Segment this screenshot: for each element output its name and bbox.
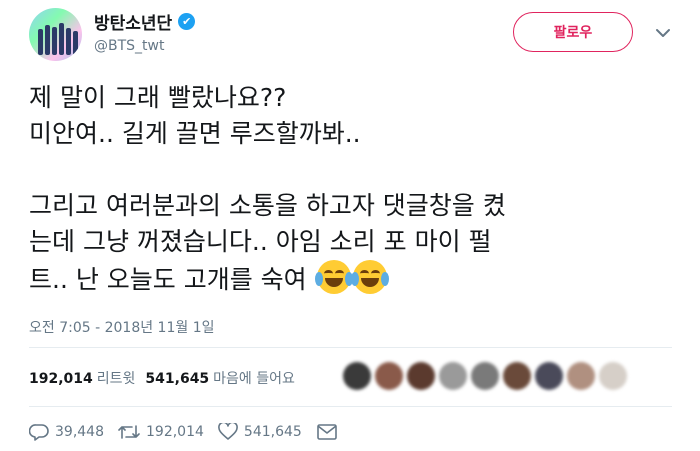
- envelope-icon: [317, 424, 337, 440]
- like-button[interactable]: 541,645: [218, 423, 302, 441]
- author-display-name[interactable]: 방탄소년단: [94, 9, 172, 34]
- follow-button[interactable]: 팔로우: [513, 12, 633, 52]
- liker-avatar[interactable]: [439, 362, 467, 390]
- retweet-count: 192,014: [146, 424, 204, 440]
- tweet-text-line: 는데 그냥 꺼졌습니다.. 아임 소리 포 마이 펄: [29, 227, 492, 256]
- tweet-actions: 39,448 192,014 541,645: [29, 423, 358, 441]
- likes-label: 마음에 들어요: [213, 371, 295, 387]
- tweet-text-line: [29, 152, 679, 188]
- liker-avatar[interactable]: [567, 362, 595, 390]
- profile-avatar[interactable]: [29, 8, 82, 61]
- liker-avatar[interactable]: [599, 362, 627, 390]
- like-count: 541,645: [243, 424, 302, 440]
- reply-count: 39,448: [55, 424, 104, 440]
- retweets-count: 192,014: [29, 371, 93, 387]
- divider: [29, 347, 672, 348]
- author-name-row: 방탄소년단 ✔: [94, 9, 196, 34]
- likes-stat[interactable]: 541,645 마음에 들어요: [145, 368, 295, 388]
- direct-message-button[interactable]: [316, 423, 344, 441]
- retweets-stat[interactable]: 192,014 리트윗: [29, 368, 135, 388]
- retweets-label: 리트윗: [96, 371, 136, 387]
- face-with-tears-of-joy-icon: [314, 260, 353, 294]
- tweet-text-line: 미안여.. 길게 끌면 루즈할까봐..: [29, 119, 361, 148]
- liker-avatar[interactable]: [471, 362, 499, 390]
- verified-badge-icon: ✔: [178, 13, 196, 30]
- face-with-tears-of-joy-icon: [350, 260, 389, 294]
- liker-avatar[interactable]: [503, 362, 531, 390]
- likes-count: 541,645: [145, 371, 210, 387]
- tweet-text-line: 제 말이 그래 빨랐나요??: [29, 83, 287, 112]
- retweet-button[interactable]: 192,014: [118, 423, 204, 441]
- tweet-text-last-line: 트.. 난 오늘도 고개를 숙여: [29, 260, 679, 298]
- liker-avatars: [343, 362, 631, 390]
- liker-avatar[interactable]: [375, 362, 403, 390]
- tweet-text: 제 말이 그래 빨랐나요?? 미안여.. 길게 끌면 루즈할까봐.. 그리고 여…: [29, 80, 679, 298]
- tweet-text-line: 트.. 난 오늘도 고개를 숙여: [29, 265, 307, 294]
- heart-icon: [218, 423, 238, 440]
- tweet-header: 방탄소년단 ✔ @BTS_twt 팔로우: [0, 0, 700, 70]
- chevron-down-icon[interactable]: [652, 22, 674, 44]
- liker-avatar[interactable]: [535, 362, 563, 390]
- tweet-timestamp[interactable]: 오전 7:05 - 2018년 11월 1일: [29, 317, 215, 337]
- liker-avatar[interactable]: [343, 362, 371, 390]
- divider: [29, 406, 672, 407]
- tweet-stats: 192,014 리트윗 541,645 마음에 들어요: [29, 368, 305, 388]
- reply-icon: [29, 424, 49, 441]
- author-handle[interactable]: @BTS_twt: [94, 38, 164, 54]
- liker-avatar[interactable]: [407, 362, 435, 390]
- retweet-icon: [118, 425, 140, 439]
- tweet-text-line: 그리고 여러분과의 소통을 하고자 댓글창을 켰: [29, 191, 506, 220]
- reply-button[interactable]: 39,448: [29, 423, 104, 441]
